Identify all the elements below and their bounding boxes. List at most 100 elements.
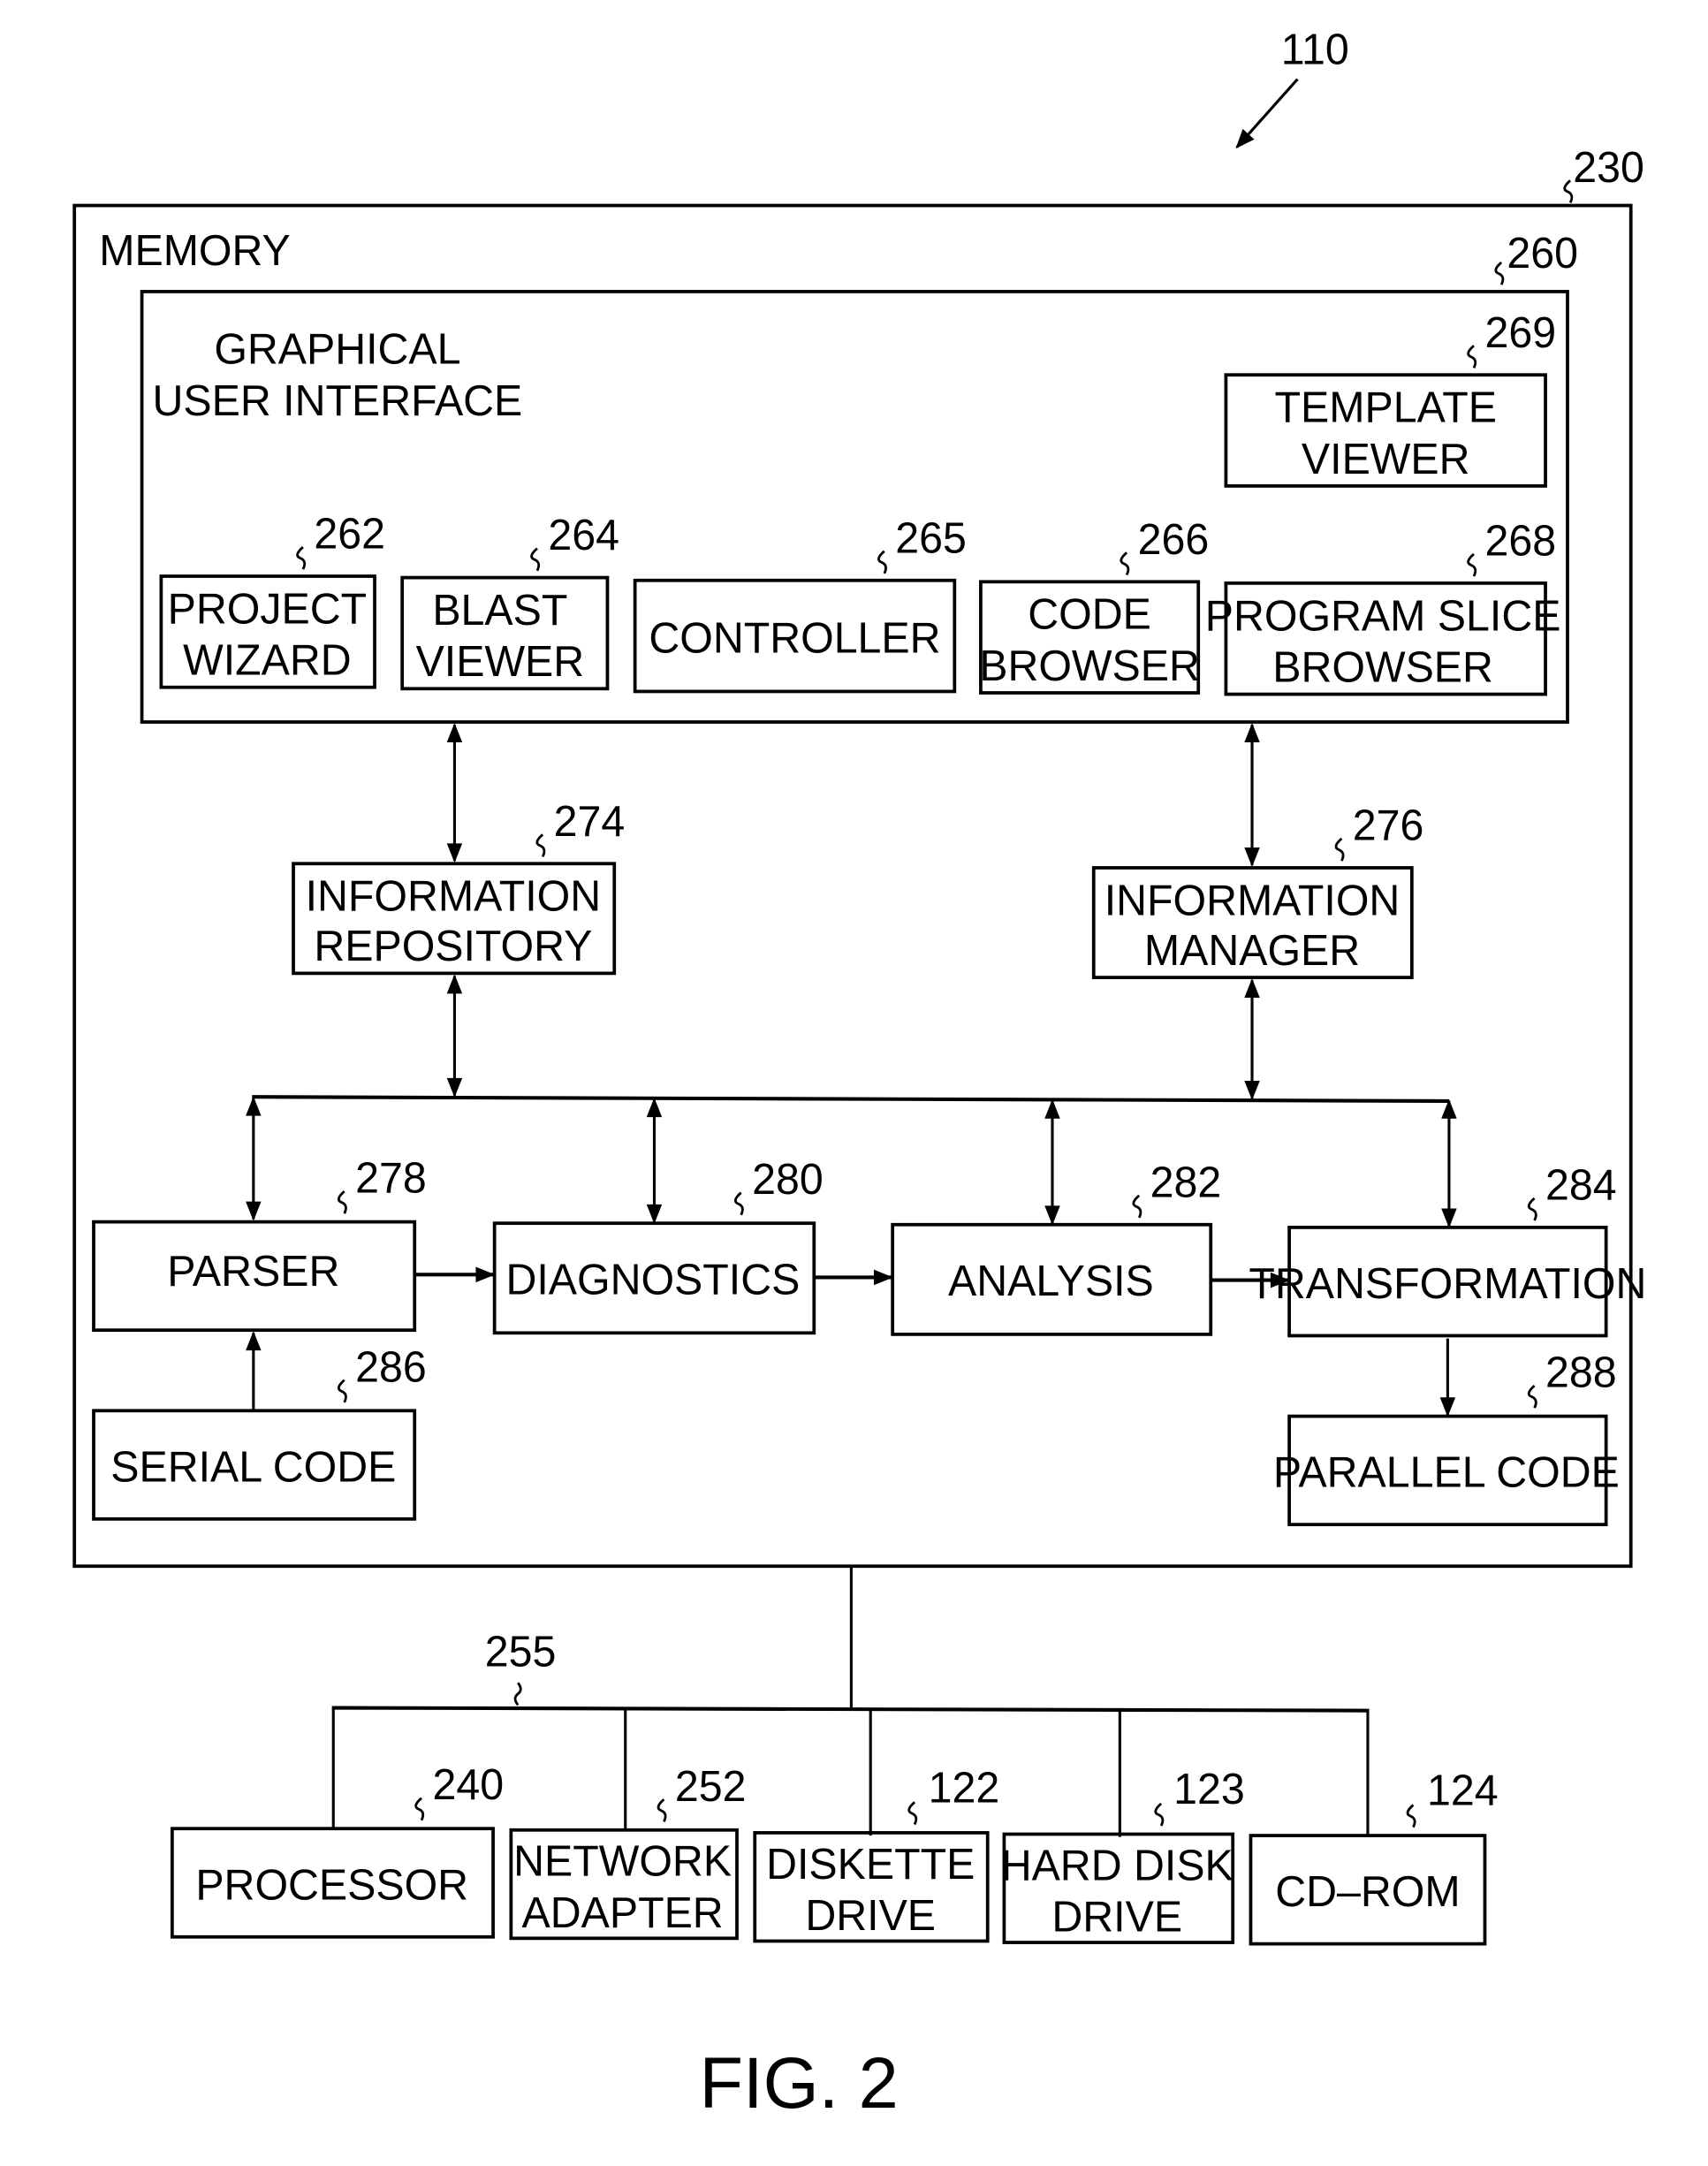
program-slice-browser-ref-leader bbox=[1467, 552, 1477, 577]
analysis-ref: 282 bbox=[1150, 1159, 1222, 1206]
parser-box: PARSER 278 bbox=[92, 1154, 427, 1333]
diskette-drive-box: DISKETTE DRIVE 122 bbox=[753, 1764, 1000, 1943]
project-wizard-ref: 262 bbox=[314, 510, 385, 558]
code-browser-box: CODE BROWSER 266 bbox=[979, 516, 1210, 695]
template-viewer-line2: VIEWER bbox=[1302, 436, 1470, 483]
network-adapter-box: NETWORK ADAPTER 252 bbox=[509, 1763, 747, 1941]
serial-code-ref-leader bbox=[337, 1379, 347, 1403]
memory-ref: 230 bbox=[1573, 144, 1644, 192]
internal-bus-line bbox=[252, 1095, 1449, 1103]
program-slice-browser-ref: 268 bbox=[1484, 517, 1556, 565]
program-slice-browser-line2: BROWSER bbox=[1272, 643, 1493, 691]
parallel-code-ref-leader bbox=[1527, 1384, 1537, 1409]
code-browser-line1: CODE bbox=[1028, 591, 1151, 639]
project-wizard-box: PROJECT WIZARD 262 bbox=[159, 510, 385, 689]
serial-code-ref: 286 bbox=[355, 1343, 427, 1391]
analysis-line1: ANALYSIS bbox=[948, 1258, 1154, 1305]
blast-viewer-ref: 264 bbox=[548, 512, 619, 559]
transformation-box: TRANSFORMATION 284 bbox=[1249, 1161, 1646, 1338]
information-repository-ref: 274 bbox=[554, 798, 626, 846]
blast-viewer-line1: BLAST bbox=[432, 587, 567, 635]
analysis-box: ANALYSIS 282 bbox=[891, 1159, 1222, 1336]
information-repository-ref-leader bbox=[535, 833, 546, 858]
project-wizard-line2: WIZARD bbox=[183, 636, 352, 684]
controller-box: CONTROLLER 265 bbox=[633, 514, 967, 694]
diskette-drive-ref: 122 bbox=[929, 1764, 1000, 1812]
gui-label-line2: USER INTERFACE bbox=[153, 377, 523, 425]
diskette-drive-line1: DISKETTE bbox=[766, 1841, 975, 1889]
parallel-code-line1: PARALLEL CODE bbox=[1273, 1449, 1620, 1497]
network-adapter-ref-leader bbox=[657, 1798, 667, 1822]
bus-ref: 255 bbox=[485, 1628, 557, 1676]
hard-disk-drive-ref: 123 bbox=[1173, 1766, 1245, 1813]
code-browser-ref: 266 bbox=[1138, 516, 1210, 564]
network-adapter-ref: 252 bbox=[675, 1763, 747, 1811]
diagnostics-ref-leader bbox=[733, 1191, 744, 1216]
controller-line1: CONTROLLER bbox=[649, 614, 940, 662]
network-adapter-line2: ADAPTER bbox=[522, 1889, 724, 1937]
transformation-ref: 284 bbox=[1545, 1161, 1617, 1209]
memory-ref-leader bbox=[1563, 179, 1574, 204]
parser-ref-leader bbox=[337, 1189, 347, 1214]
information-repository-line1: INFORMATION bbox=[306, 873, 602, 921]
hard-disk-drive-line2: DRIVE bbox=[1051, 1893, 1182, 1941]
information-manager-box: INFORMATION MANAGER 276 bbox=[1091, 802, 1424, 979]
memory-label: MEMORY bbox=[99, 227, 291, 275]
project-wizard-ref-leader bbox=[296, 545, 307, 570]
patent-figure: 110 MEMORY 230 GRAPHICAL USER INTERFACE … bbox=[72, 26, 1646, 2124]
hard-disk-drive-box: HARD DISK DRIVE 123 bbox=[1001, 1766, 1245, 1944]
controller-ref-leader bbox=[877, 550, 887, 574]
diagnostics-box: DIAGNOSTICS 280 bbox=[492, 1156, 824, 1335]
processor-ref: 240 bbox=[432, 1761, 504, 1809]
transformation-ref-leader bbox=[1527, 1197, 1537, 1221]
diagnostics-line1: DIAGNOSTICS bbox=[505, 1256, 800, 1303]
information-manager-line2: MANAGER bbox=[1144, 927, 1360, 975]
diagnostics-ref: 280 bbox=[752, 1156, 824, 1204]
project-wizard-line1: PROJECT bbox=[168, 585, 367, 633]
transformation-line1: TRANSFORMATION bbox=[1249, 1260, 1646, 1308]
gui-label-line1: GRAPHICAL bbox=[214, 325, 460, 373]
blast-viewer-line2: VIEWER bbox=[416, 638, 585, 686]
network-adapter-line1: NETWORK bbox=[513, 1837, 732, 1885]
hard-disk-drive-ref-leader bbox=[1154, 1802, 1165, 1827]
figure-caption: FIG. 2 bbox=[700, 2043, 899, 2124]
hard-disk-drive-line1: HARD DISK bbox=[1001, 1842, 1234, 1889]
analysis-ref-leader bbox=[1132, 1194, 1142, 1219]
information-manager-ref: 276 bbox=[1353, 802, 1424, 849]
code-browser-ref-leader bbox=[1120, 551, 1130, 576]
cd-rom-ref: 124 bbox=[1427, 1767, 1499, 1814]
diskette-drive-ref-leader bbox=[907, 1801, 918, 1826]
template-viewer-ref: 269 bbox=[1484, 309, 1556, 357]
parallel-code-ref: 288 bbox=[1545, 1349, 1617, 1396]
template-viewer-ref-leader bbox=[1467, 345, 1477, 369]
system-bus-line bbox=[331, 1706, 1370, 1713]
cd-rom-box: CD–ROM 124 bbox=[1249, 1767, 1499, 1946]
information-manager-line1: INFORMATION bbox=[1105, 877, 1401, 924]
system-pointer-arrow bbox=[1235, 78, 1299, 149]
program-slice-browser-line1: PROGRAM SLICE bbox=[1205, 592, 1561, 640]
parser-ref: 278 bbox=[355, 1154, 427, 1202]
gui-ref-leader bbox=[1494, 261, 1505, 285]
serial-code-box: SERIAL CODE 286 bbox=[92, 1343, 427, 1521]
information-repository-line2: REPOSITORY bbox=[314, 923, 592, 970]
cd-rom-line1: CD–ROM bbox=[1275, 1868, 1460, 1916]
bus-ref-leader bbox=[513, 1682, 522, 1706]
template-viewer-box: TEMPLATE VIEWER 269 bbox=[1224, 309, 1556, 488]
diskette-drive-line2: DRIVE bbox=[805, 1892, 936, 1940]
code-browser-line2: BROWSER bbox=[979, 642, 1200, 690]
blast-viewer-box: BLAST VIEWER 264 bbox=[400, 512, 619, 691]
processor-line1: PROCESSOR bbox=[195, 1861, 468, 1909]
parser-line1: PARSER bbox=[167, 1248, 339, 1296]
cd-rom-ref-leader bbox=[1406, 1804, 1416, 1828]
gui-ref: 260 bbox=[1507, 230, 1578, 277]
processor-box: PROCESSOR 240 bbox=[170, 1761, 504, 1939]
program-slice-browser-box: PROGRAM SLICE BROWSER 268 bbox=[1205, 517, 1561, 696]
information-manager-ref-leader bbox=[1334, 837, 1345, 862]
processor-ref-leader bbox=[414, 1797, 425, 1821]
blast-viewer-ref-leader bbox=[530, 547, 541, 572]
controller-ref: 265 bbox=[895, 514, 967, 562]
system-ref-number: 110 bbox=[1281, 26, 1349, 73]
serial-code-line1: SERIAL CODE bbox=[110, 1443, 396, 1491]
information-repository-box: INFORMATION REPOSITORY 274 bbox=[292, 798, 626, 976]
template-viewer-line1: TEMPLATE bbox=[1275, 384, 1497, 431]
